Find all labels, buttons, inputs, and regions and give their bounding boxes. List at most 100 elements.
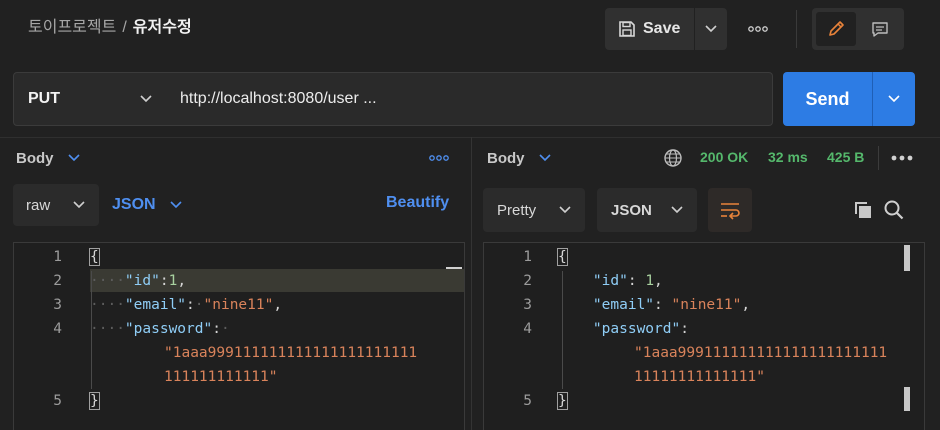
scrollbar-thumb[interactable] bbox=[904, 387, 910, 411]
json-value: 1 bbox=[168, 273, 178, 289]
view-mode-label: Pretty bbox=[497, 201, 537, 219]
response-time[interactable]: 32 ms bbox=[768, 149, 808, 165]
beautify-button[interactable]: Beautify bbox=[386, 194, 449, 212]
breadcrumb-parent[interactable]: 토이프로젝트 bbox=[28, 19, 116, 36]
line-number: 2 bbox=[523, 273, 532, 289]
comments-button[interactable] bbox=[860, 12, 900, 46]
request-body-editor[interactable]: 1 2 3 4 5 { ····"id":1, ····"email":·"ni… bbox=[13, 242, 465, 430]
line-number: 3 bbox=[523, 297, 532, 313]
chevron-down-icon bbox=[73, 201, 85, 209]
response-format-label: JSON bbox=[611, 201, 652, 219]
json-colon: : bbox=[654, 297, 672, 313]
line-number: 3 bbox=[53, 297, 62, 313]
edit-mode-button[interactable] bbox=[816, 12, 856, 46]
code-line: "password": bbox=[558, 317, 689, 341]
code-line: ····"password":· bbox=[90, 317, 230, 341]
more-icon bbox=[891, 155, 913, 161]
comment-icon bbox=[872, 22, 888, 37]
request-body-tab[interactable]: Body bbox=[16, 148, 80, 168]
line-number: 2 bbox=[53, 273, 62, 289]
json-key: "email" bbox=[124, 297, 187, 313]
code-line: "email": "nine11", bbox=[558, 293, 750, 317]
body-type-label: raw bbox=[26, 196, 51, 214]
json-colon: : bbox=[627, 273, 646, 289]
chevron-down-icon bbox=[705, 25, 717, 33]
save-button-group: Save bbox=[605, 8, 727, 50]
response-body-viewer[interactable]: 1 2 3 4 5 { "id": 1, "email": "nine11", … bbox=[483, 242, 925, 430]
more-icon bbox=[429, 155, 449, 161]
breadcrumb-current[interactable]: 유저수정 bbox=[133, 19, 192, 36]
open-brace: { bbox=[89, 248, 100, 266]
body-format-label: JSON bbox=[112, 196, 156, 213]
code-line-wrapped: "1aaa999111111111111111111111 bbox=[164, 341, 417, 365]
json-value: "nine11" bbox=[671, 297, 742, 313]
whitespace-marker: ···· bbox=[90, 321, 125, 337]
breadcrumb-separator: / bbox=[122, 19, 127, 36]
code-line-wrapped: 11111111111111" bbox=[634, 365, 765, 389]
json-colon: : bbox=[680, 321, 689, 337]
chevron-down-icon bbox=[671, 206, 683, 214]
response-status[interactable]: 200 OK bbox=[700, 149, 748, 165]
scrollbar-thumb[interactable] bbox=[904, 245, 910, 271]
chevron-down-icon bbox=[67, 154, 80, 162]
response-body-tab[interactable]: Body bbox=[487, 148, 551, 168]
save-options-button[interactable] bbox=[695, 8, 727, 50]
mode-toggle bbox=[812, 8, 904, 50]
json-comma: , bbox=[273, 297, 283, 313]
code-line-wrapped: "1aaa999111111111111111111111 bbox=[634, 341, 887, 365]
request-body-label: Body bbox=[16, 149, 54, 167]
response-body-label: Body bbox=[487, 149, 525, 167]
pencil-icon bbox=[829, 21, 844, 36]
chevron-down-icon bbox=[538, 154, 551, 162]
json-comma: , bbox=[741, 297, 751, 313]
request-body-more-button[interactable] bbox=[427, 150, 451, 166]
json-key: "id" bbox=[592, 273, 628, 289]
line-number: 1 bbox=[53, 249, 62, 265]
code-line-wrapped: 111111111111" bbox=[164, 365, 278, 389]
toolbar-divider bbox=[796, 10, 797, 48]
response-format-select[interactable]: JSON bbox=[597, 188, 697, 232]
response-more-button[interactable] bbox=[888, 150, 916, 166]
json-value: "nine11" bbox=[203, 297, 274, 313]
code-line: } bbox=[557, 389, 568, 413]
line-number: 4 bbox=[523, 321, 532, 337]
json-colon: : bbox=[159, 273, 169, 289]
send-options-button[interactable] bbox=[873, 72, 915, 126]
json-key: "password" bbox=[124, 321, 213, 337]
pane-divider[interactable] bbox=[471, 137, 472, 430]
close-brace: } bbox=[557, 392, 568, 410]
body-format-select[interactable]: JSON bbox=[112, 184, 182, 226]
json-key: "email" bbox=[592, 297, 655, 313]
wrap-lines-icon bbox=[721, 203, 740, 220]
code-line: { bbox=[89, 245, 100, 269]
whitespace-marker: ···· bbox=[90, 297, 125, 313]
breadcrumb: 토이프로젝트 / 유저수정 bbox=[28, 16, 192, 40]
url-input[interactable]: http://localhost:8080/user ... bbox=[164, 72, 773, 126]
json-value: "1aaa999111111111111111111111 bbox=[164, 345, 418, 361]
method-label: PUT bbox=[28, 90, 60, 107]
json-value: "1aaa999111111111111111111111 bbox=[634, 345, 888, 361]
wrap-lines-button[interactable] bbox=[708, 188, 752, 232]
json-value: 1 bbox=[645, 273, 655, 289]
body-type-select[interactable]: raw bbox=[13, 184, 99, 226]
json-key: "password" bbox=[592, 321, 681, 337]
save-button[interactable]: Save bbox=[605, 8, 695, 50]
whitespace-marker: · bbox=[220, 321, 230, 337]
more-options-button[interactable] bbox=[740, 16, 776, 42]
code-line: ····"id":1, bbox=[90, 269, 186, 293]
chevron-down-icon bbox=[170, 201, 182, 209]
globe-icon[interactable] bbox=[663, 148, 683, 168]
json-comma: , bbox=[177, 273, 187, 289]
chevron-down-icon bbox=[140, 95, 152, 103]
search-icon[interactable] bbox=[882, 198, 906, 222]
send-button-group: Send bbox=[783, 72, 915, 126]
method-select[interactable]: PUT bbox=[13, 72, 165, 126]
copy-icon[interactable] bbox=[852, 199, 874, 221]
send-button[interactable]: Send bbox=[783, 72, 873, 126]
whitespace-marker: ···· bbox=[90, 273, 125, 289]
open-brace: { bbox=[557, 248, 568, 266]
json-comma: , bbox=[654, 273, 663, 289]
code-line: { bbox=[557, 245, 568, 269]
view-mode-select[interactable]: Pretty bbox=[483, 188, 585, 232]
response-size[interactable]: 425 B bbox=[827, 149, 864, 165]
